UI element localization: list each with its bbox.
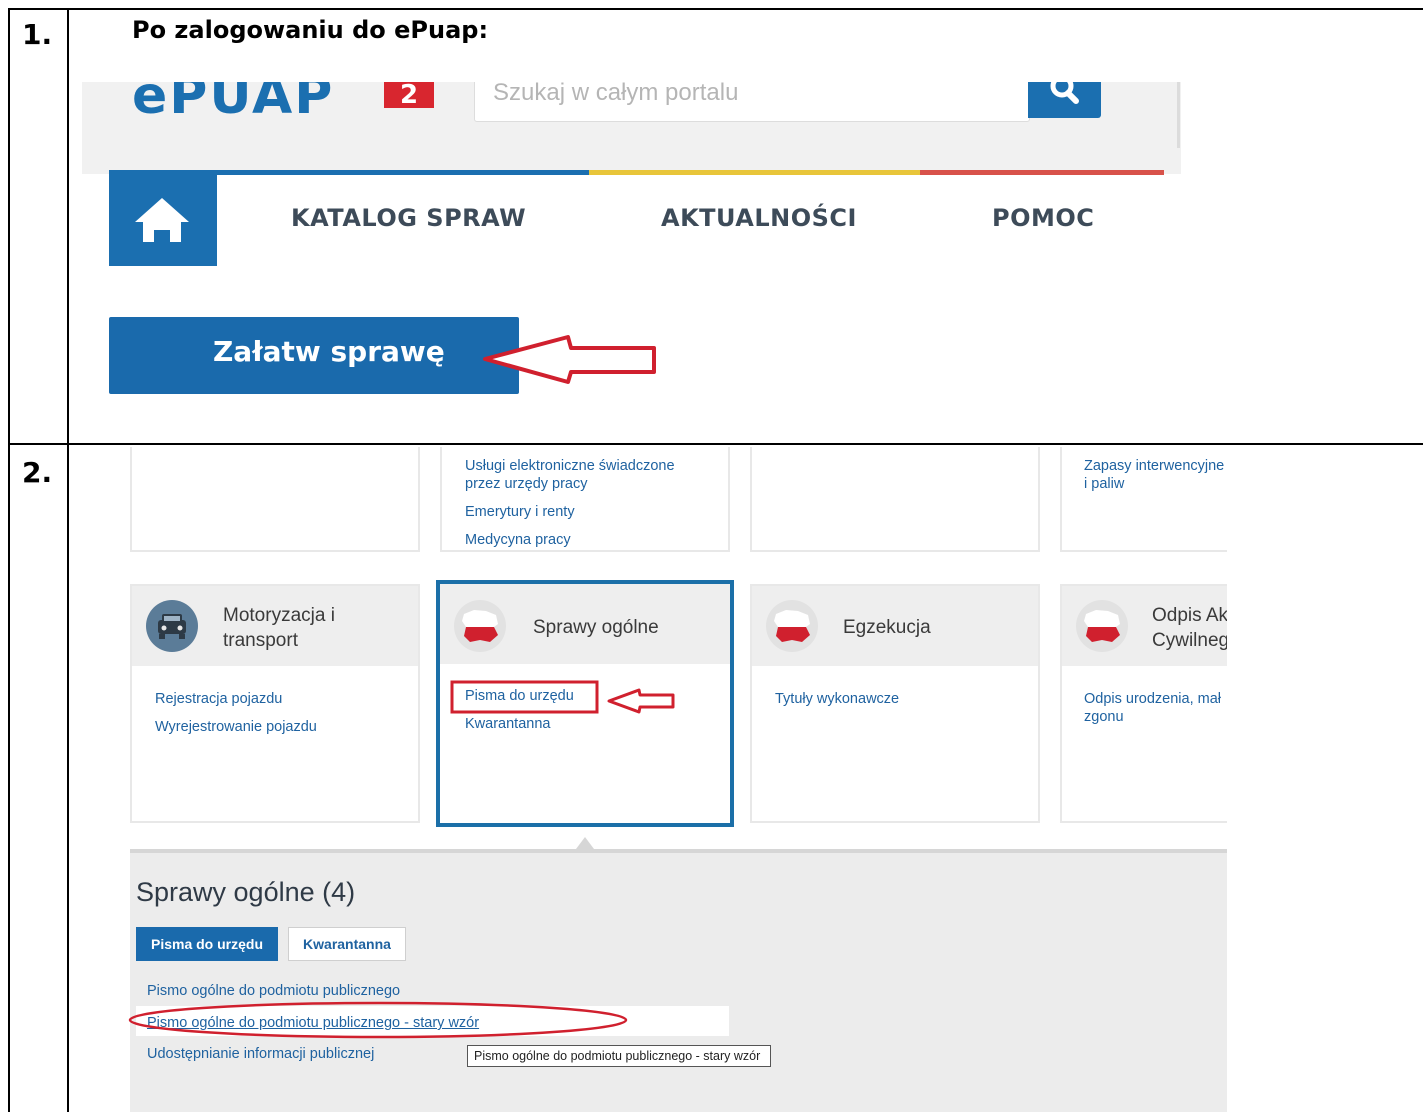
card-title: Odpis Ak Cywilneg xyxy=(1152,605,1227,651)
link-wyrejestrowanie[interactable]: Wyrejestrowanie pojazdu xyxy=(155,718,317,736)
catalog-screenshot: Usługi elektroniczne świadczone przez ur… xyxy=(130,447,1227,1112)
link-rejestracja[interactable]: Rejestracja pojazdu xyxy=(155,690,282,708)
panel-title: Sprawy ogólne (4) xyxy=(136,877,356,907)
table-border-top xyxy=(8,8,1423,10)
link-odpis-urodzenia[interactable]: Odpis urodzenia, mał zgonu xyxy=(1084,690,1221,726)
tab-kwarantanna[interactable]: Kwarantanna xyxy=(288,927,406,961)
link-emerytury[interactable]: Emerytury i renty xyxy=(465,503,575,521)
step-number-2: 2. xyxy=(22,456,53,489)
card-title: Sprawy ogólne xyxy=(533,617,659,638)
step-number-1: 1. xyxy=(22,18,53,51)
card-title: Motoryzacja i transport xyxy=(223,605,335,651)
epuap-logo: ePUAP xyxy=(132,82,335,126)
card-odpis[interactable]: Odpis Ak Cywilneg Odpis urodzenia, mał z… xyxy=(1060,584,1227,823)
panel-pointer xyxy=(576,837,594,849)
header-edge xyxy=(1177,82,1180,148)
card-top-1 xyxy=(130,447,420,552)
link-tooltip: Pismo ogólne do podmiotu publicznego - s… xyxy=(467,1045,771,1067)
card-egzekucja[interactable]: Egzekucja Tytuły wykonawcze xyxy=(750,584,1040,823)
nav-katalog-spraw[interactable]: KATALOG SPRAW xyxy=(291,204,526,232)
card-title: Egzekucja xyxy=(843,617,931,638)
step-heading: Po zalogowaniu do ePuap: xyxy=(132,16,489,44)
logo-badge: 2 xyxy=(384,82,434,108)
card-top-2: Usługi elektroniczne świadczone przez ur… xyxy=(440,447,730,552)
card-top-4: Zapasy interwencyjne i paliw xyxy=(1060,447,1227,552)
epuap-header-screenshot: ePUAP 2 Szukaj w całym portalu KATALOG S… xyxy=(82,82,1181,440)
table-border-row xyxy=(8,443,1423,445)
search-button[interactable] xyxy=(1028,82,1101,118)
car-icon xyxy=(146,600,198,652)
card-sprawy-ogolne[interactable]: Sprawy ogólne Pisma do urzędu Kwarantann… xyxy=(436,580,734,827)
link-zapasy[interactable]: Zapasy interwencyjne i paliw xyxy=(1084,457,1224,493)
zalatw-sprawe-label: Załatw sprawę xyxy=(213,335,445,368)
link-kwarantanna[interactable]: Kwarantanna xyxy=(465,715,550,733)
tab-pisma-do-urzedu[interactable]: Pisma do urzędu xyxy=(136,927,278,961)
link-udostepnianie-informacji[interactable]: Udostępnianie informacji publicznej xyxy=(147,1046,374,1062)
sprawy-ogolne-panel: Sprawy ogólne (4) Pisma do urzędu Kwaran… xyxy=(130,849,1227,1112)
zalatw-sprawe-button[interactable]: Załatw sprawę xyxy=(109,317,519,394)
poland-map-icon xyxy=(766,600,818,652)
link-pismo-ogolne-stary-wzor[interactable]: Pismo ogólne do podmiotu publicznego - s… xyxy=(147,1015,479,1031)
nav-aktualnosci[interactable]: AKTUALNOŚCI xyxy=(661,204,857,232)
card-top-3 xyxy=(750,447,1040,552)
search-input[interactable]: Szukaj w całym portalu xyxy=(474,82,1030,122)
link-pismo-ogolne[interactable]: Pismo ogólne do podmiotu publicznego xyxy=(147,983,400,999)
link-uslugi-elektroniczne[interactable]: Usługi elektroniczne świadczone przez ur… xyxy=(465,457,675,493)
search-placeholder: Szukaj w całym portalu xyxy=(493,82,739,106)
poland-map-icon xyxy=(1076,600,1128,652)
card-motoryzacja[interactable]: Motoryzacja i transport Rejestracja poja… xyxy=(130,584,420,823)
poland-map-icon xyxy=(454,600,506,652)
table-border-divider xyxy=(67,8,69,1112)
home-button[interactable] xyxy=(109,170,217,266)
color-line-yellow xyxy=(589,170,920,175)
nav-pomoc[interactable]: POMOC xyxy=(992,204,1094,232)
color-line-red xyxy=(920,170,1164,175)
link-medycyna-pracy[interactable]: Medycyna pracy xyxy=(465,531,571,549)
table-border-left xyxy=(8,8,10,1112)
link-pisma-do-urzedu[interactable]: Pisma do urzędu xyxy=(465,687,574,705)
link-tytuly-wykonawcze[interactable]: Tytuły wykonawcze xyxy=(775,690,899,708)
home-icon xyxy=(135,198,189,242)
search-icon xyxy=(1050,82,1079,104)
